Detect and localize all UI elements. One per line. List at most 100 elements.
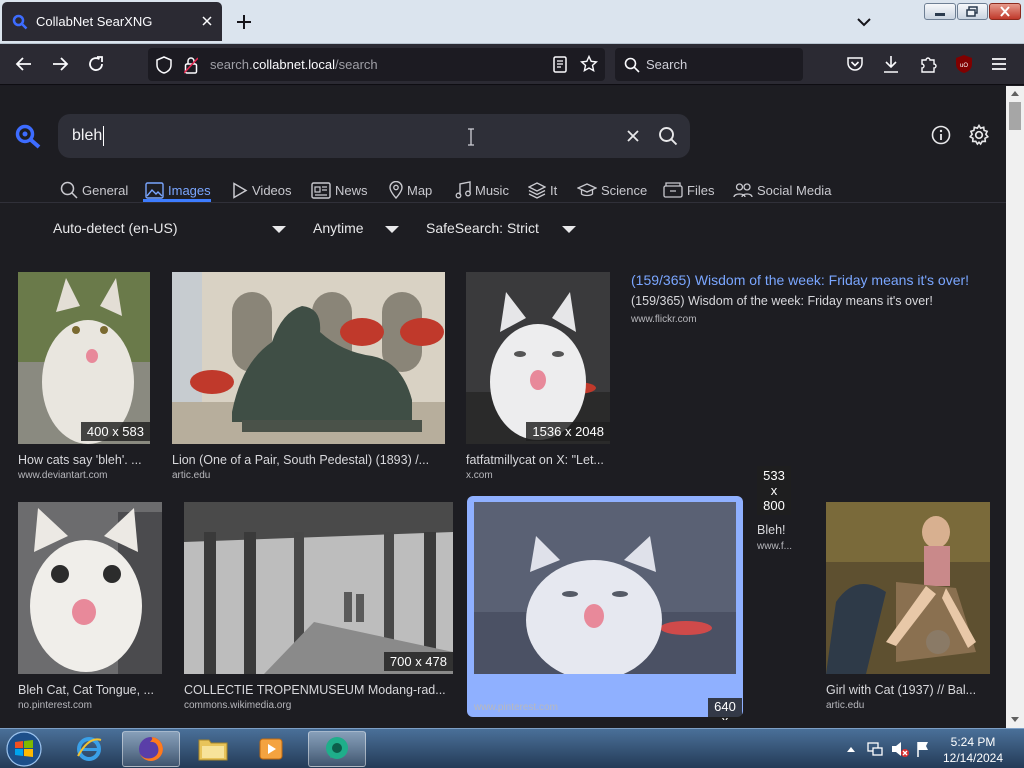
insecure-lock-icon[interactable] (184, 56, 198, 74)
tab-files-label: Files (687, 182, 715, 198)
volume-muted-icon[interactable] (890, 740, 910, 758)
image-result-selected[interactable]: www.pinterest.com 640 x (467, 496, 743, 720)
scrollbar-thumb[interactable] (1009, 102, 1021, 130)
taskbar-app-window[interactable] (308, 731, 366, 767)
info-icon[interactable] (931, 125, 951, 145)
new-tab-icon[interactable] (232, 10, 256, 34)
image-result[interactable]: 1536 x 2048 fatfatmillycat on X: "Let...… (466, 272, 610, 481)
result-title[interactable]: fatfatmillycat on X: "Let... (466, 453, 610, 467)
window-minimize-button[interactable] (924, 3, 956, 20)
bookmark-star-icon[interactable] (580, 55, 598, 73)
search-box[interactable]: bleh (58, 114, 690, 158)
result-thumbnail[interactable] (826, 502, 990, 674)
scroll-down-arrow-icon[interactable] (1010, 716, 1020, 723)
tab-general[interactable]: General (60, 178, 128, 202)
tab-files[interactable]: Files (663, 178, 714, 202)
result-source: no.pinterest.com (18, 700, 92, 711)
result-source: artic.edu (172, 470, 211, 481)
result-thumbnail[interactable] (466, 272, 610, 444)
shield-icon[interactable] (156, 56, 172, 74)
search-submit-icon[interactable] (658, 126, 678, 146)
tab-videos[interactable]: Videos (232, 178, 292, 202)
taskbar-file-explorer[interactable] (188, 731, 238, 767)
result-title[interactable]: Bleh! (757, 523, 797, 537)
show-hidden-icons-icon[interactable] (846, 745, 856, 753)
time-dropdown-arrow-icon[interactable] (385, 226, 399, 233)
tab-map[interactable]: Map (389, 178, 432, 202)
taskbar-firefox[interactable] (122, 731, 180, 767)
list-all-tabs-icon[interactable] (852, 12, 876, 32)
tab-map-label: Map (407, 182, 433, 198)
language-select[interactable]: Auto-detect (en-US) (53, 220, 178, 236)
forward-button[interactable] (46, 50, 74, 78)
result-thumbnail[interactable] (18, 272, 150, 444)
back-button[interactable] (10, 50, 38, 78)
image-result[interactable]: 400 x 583 How cats say 'bleh'. ... www.d… (18, 272, 150, 481)
start-button[interactable] (4, 730, 44, 768)
action-center-flag-icon[interactable] (915, 740, 931, 758)
network-icon[interactable] (866, 740, 884, 758)
ublock-origin-icon[interactable]: uO (954, 54, 974, 74)
tab-news[interactable]: News (311, 178, 368, 202)
window-close-button[interactable] (989, 3, 1021, 20)
image-result[interactable]: 700 x 478 COLLECTIE TROPENMUSEUM Modang-… (184, 502, 453, 711)
language-dropdown-arrow-icon[interactable] (272, 226, 286, 233)
music-icon (455, 181, 471, 199)
browser-search-placeholder: Search (646, 57, 688, 72)
result-thumbnail[interactable] (184, 502, 453, 674)
searxng-logo-icon[interactable] (14, 123, 42, 149)
taskbar-media-player[interactable] (246, 731, 296, 767)
clear-search-icon[interactable] (626, 129, 640, 143)
hamburger-menu-icon[interactable] (990, 56, 1008, 72)
browser-search-bar[interactable]: Search (615, 48, 803, 81)
clock-date: 12/14/2024 (942, 751, 1004, 765)
layers-icon (528, 181, 546, 199)
safesearch-dropdown-arrow-icon[interactable] (562, 226, 576, 233)
safesearch-select[interactable]: SafeSearch: Strict (426, 220, 539, 236)
image-result[interactable]: Lion (One of a Pair, South Pedestal) (18… (172, 272, 445, 481)
image-result[interactable]: 533 x 800 Bleh! www.f... (757, 466, 797, 552)
reader-view-icon[interactable] (552, 56, 568, 73)
time-range-select[interactable]: Anytime (313, 220, 364, 236)
tab-social-media[interactable]: Social Media (733, 178, 831, 202)
close-tab-icon[interactable] (200, 14, 214, 28)
result-title[interactable]: Girl with Cat (1937) // Bal... (826, 683, 990, 697)
result-thumbnail[interactable] (172, 272, 445, 444)
downloads-icon[interactable] (882, 54, 900, 74)
tab-strip: CollabNet SearXNG (0, 0, 1024, 44)
result-title[interactable]: Lion (One of a Pair, South Pedestal) (18… (172, 453, 445, 467)
file-box-icon (663, 182, 683, 198)
result-title-link[interactable]: (159/365) Wisdom of the week: Friday mea… (631, 272, 1001, 288)
scroll-up-arrow-icon[interactable] (1010, 90, 1020, 97)
firefox-icon (139, 737, 163, 761)
text-caret (103, 126, 104, 146)
reload-button[interactable] (82, 50, 110, 78)
tab-videos-label: Videos (252, 182, 292, 198)
tab-music[interactable]: Music (455, 178, 509, 202)
result-title[interactable]: Bleh Cat, Cat Tongue, ... (18, 683, 162, 697)
window-restore-button[interactable] (957, 3, 988, 20)
url-subdomain: search. (210, 57, 253, 72)
url-text[interactable]: search.collabnet.local/search (210, 57, 378, 72)
graduation-cap-icon (577, 183, 597, 197)
image-result[interactable]: Girl with Cat (1937) // Bal... artic.edu (826, 502, 990, 711)
url-bar[interactable]: search.collabnet.local/search (148, 48, 605, 81)
extensions-puzzle-icon[interactable] (919, 54, 937, 74)
system-clock[interactable]: 5:24 PM 12/14/2024 (935, 734, 1011, 766)
result-title[interactable]: How cats say 'bleh'. ... (18, 453, 150, 467)
image-result-detail[interactable]: (159/365) Wisdom of the week: Friday mea… (631, 272, 1001, 325)
tab-it[interactable]: It (528, 178, 557, 202)
taskbar-internet-explorer[interactable] (64, 731, 114, 767)
page-scrollbar[interactable] (1006, 86, 1024, 728)
back-arrow-icon (15, 57, 31, 71)
tab-searxng[interactable]: CollabNet SearXNG (2, 2, 222, 41)
result-title[interactable]: COLLECTIE TROPENMUSEUM Modang-rad... (184, 683, 453, 697)
result-thumbnail[interactable] (474, 502, 736, 674)
settings-gear-icon[interactable] (968, 124, 990, 146)
pocket-icon[interactable] (846, 55, 864, 73)
result-thumbnail[interactable] (18, 502, 162, 674)
search-input[interactable]: bleh (72, 127, 102, 145)
tab-science[interactable]: Science (577, 178, 647, 202)
clock-time: 5:24 PM (950, 735, 996, 749)
image-result[interactable]: Bleh Cat, Cat Tongue, ... no.pinterest.c… (18, 502, 162, 711)
